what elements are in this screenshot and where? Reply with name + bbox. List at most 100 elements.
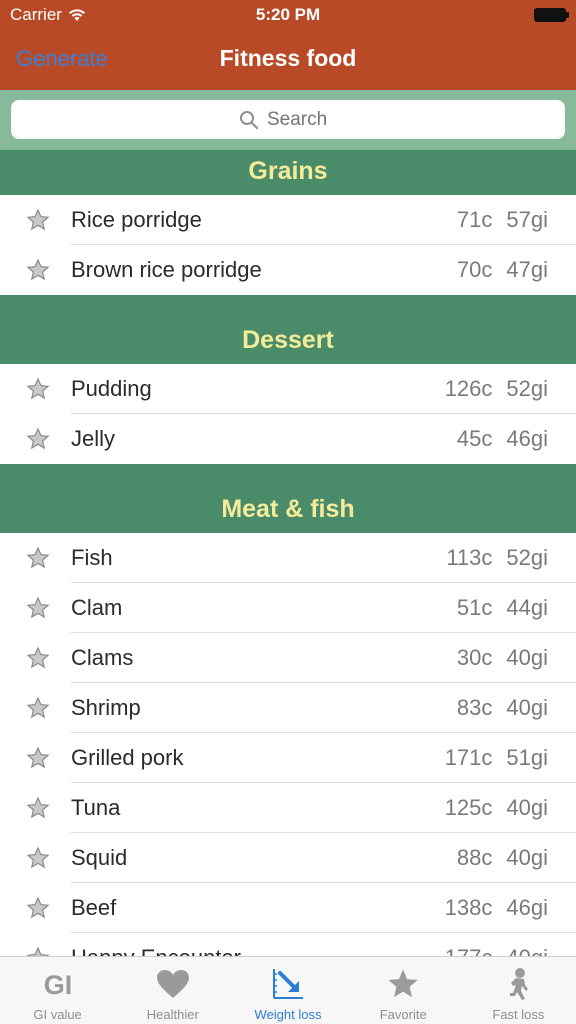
battery-icon (534, 8, 569, 22)
list-item[interactable]: Happy Encounter 177c 40gi (0, 933, 576, 956)
star-icon[interactable] (26, 896, 50, 920)
food-values: 138c 46gi (445, 895, 548, 921)
tab-label: Weight loss (254, 1007, 322, 1022)
food-list[interactable]: Grains Rice porridge 71c 57gi Brown rice … (0, 150, 576, 956)
list-item[interactable]: Fish 113c 52gi (0, 533, 576, 583)
svg-text:GI: GI (43, 970, 72, 999)
gi-value: 40gi (506, 795, 548, 820)
calorie-value: 138c (444, 895, 493, 920)
tab-weight-loss[interactable]: Weight loss (230, 957, 345, 1024)
food-name: Happy Encounter (71, 945, 241, 956)
food-values: 51c 44gi (457, 595, 548, 621)
tab-label: Fast loss (492, 1007, 545, 1022)
tab-label: GI value (33, 1007, 82, 1022)
food-name: Brown rice porridge (71, 257, 262, 282)
star-icon[interactable] (26, 946, 50, 956)
star-icon[interactable] (26, 746, 50, 770)
food-name: Fish (71, 545, 113, 570)
food-name: Beef (71, 895, 117, 920)
section-header: Meat & fish (0, 464, 576, 533)
weight-loss-chart-icon (270, 967, 306, 1001)
food-name: Tuna (71, 795, 121, 820)
tab-label: Favorite (379, 1007, 427, 1022)
gi-value: 40gi (506, 945, 548, 956)
food-values: 125c 40gi (445, 795, 548, 821)
status-bar: Carrier 5:20 PM (0, 0, 576, 30)
gi-value: 51gi (506, 745, 548, 770)
list-item[interactable]: Rice porridge 71c 57gi (0, 195, 576, 245)
list-item[interactable]: Jelly 45c 46gi (0, 414, 576, 464)
food-name: Clam (71, 595, 123, 620)
food-values: 45c 46gi (457, 426, 548, 452)
tab-healthier[interactable]: Healthier (115, 957, 230, 1024)
status-time: 5:20 PM (255, 5, 321, 24)
section-grains: Grains Rice porridge 71c 57gi Brown rice … (0, 150, 576, 295)
food-name: Rice porridge (71, 207, 202, 232)
star-icon[interactable] (26, 258, 50, 282)
food-values: 70c 47gi (457, 257, 548, 283)
list-item[interactable]: Squid 88c 40gi (0, 833, 576, 883)
food-values: 30c 40gi (457, 645, 548, 671)
section-header: Dessert (0, 295, 576, 364)
food-name: Squid (71, 845, 128, 870)
page-title: Fitness food (219, 45, 357, 71)
food-values: 83c 40gi (457, 695, 548, 721)
star-icon[interactable] (26, 377, 50, 401)
list-item[interactable]: Shrimp 83c 40gi (0, 683, 576, 733)
calorie-value: 171c (444, 745, 493, 770)
tab-bar: GI GI value Healthier Weight loss Favori… (0, 956, 576, 1024)
star-icon[interactable] (26, 846, 50, 870)
calorie-value: 30c (456, 645, 493, 670)
calorie-value: 71c (456, 207, 493, 232)
heart-icon (155, 967, 191, 1001)
list-item[interactable]: Beef 138c 46gi (0, 883, 576, 933)
list-item[interactable]: Tuna 125c 40gi (0, 783, 576, 833)
tab-fast-loss[interactable]: Fast loss (461, 957, 576, 1024)
gi-value: 46gi (506, 895, 548, 920)
food-values: 113c 52gi (446, 545, 548, 571)
calorie-value: 113c (446, 545, 493, 570)
navigation-bar: Generate Fitness food (0, 30, 576, 90)
gi-value: 40gi (506, 645, 548, 670)
tab-favorite[interactable]: Favorite (346, 957, 461, 1024)
tab-label: Healthier (146, 1007, 199, 1022)
food-name: Shrimp (71, 695, 141, 720)
calorie-value: 83c (456, 695, 493, 720)
gi-value: 44gi (506, 595, 548, 620)
calorie-value: 177c (445, 945, 493, 956)
food-name: Pudding (71, 376, 152, 401)
star-icon[interactable] (26, 696, 50, 720)
calorie-value: 70c (456, 257, 493, 282)
calorie-value: 51c (456, 595, 493, 620)
star-icon[interactable] (26, 427, 50, 451)
calorie-value: 125c (444, 795, 493, 820)
gi-value: 40gi (506, 695, 548, 720)
list-item[interactable]: Brown rice porridge 70c 47gi (0, 245, 576, 295)
star-icon[interactable] (26, 208, 50, 232)
list-item[interactable]: Pudding 126c 52gi (0, 364, 576, 414)
food-name: Jelly (71, 426, 116, 451)
gi-value: 52gi (506, 376, 548, 401)
search-field[interactable] (11, 100, 565, 139)
list-item[interactable]: Grilled pork 171c 51gi (0, 733, 576, 783)
gi-value: 40gi (506, 845, 548, 870)
search-bar (0, 90, 576, 150)
food-values: 177c 40gi (445, 945, 548, 956)
star-icon[interactable] (26, 596, 50, 620)
search-input[interactable] (267, 108, 337, 131)
section-meat-fish: Meat & fish Fish 113c 52gi Clam 51c 44gi C… (0, 464, 576, 956)
star-icon[interactable] (26, 646, 50, 670)
food-values: 71c 57gi (457, 207, 548, 233)
calorie-value: 126c (444, 376, 493, 401)
gi-value: 57gi (506, 207, 548, 232)
search-icon (240, 110, 259, 129)
list-item[interactable]: Clam 51c 44gi (0, 583, 576, 633)
star-icon[interactable] (26, 796, 50, 820)
tab-gi-value[interactable]: GI GI value (0, 957, 115, 1024)
runner-icon (500, 967, 536, 1001)
list-item[interactable]: Clams 30c 40gi (0, 633, 576, 683)
section-header: Grains (0, 150, 576, 195)
section-dessert: Dessert Pudding 126c 52gi Jelly 45c 46gi (0, 295, 576, 464)
star-icon[interactable] (26, 546, 50, 570)
food-name: Grilled pork (71, 745, 184, 770)
